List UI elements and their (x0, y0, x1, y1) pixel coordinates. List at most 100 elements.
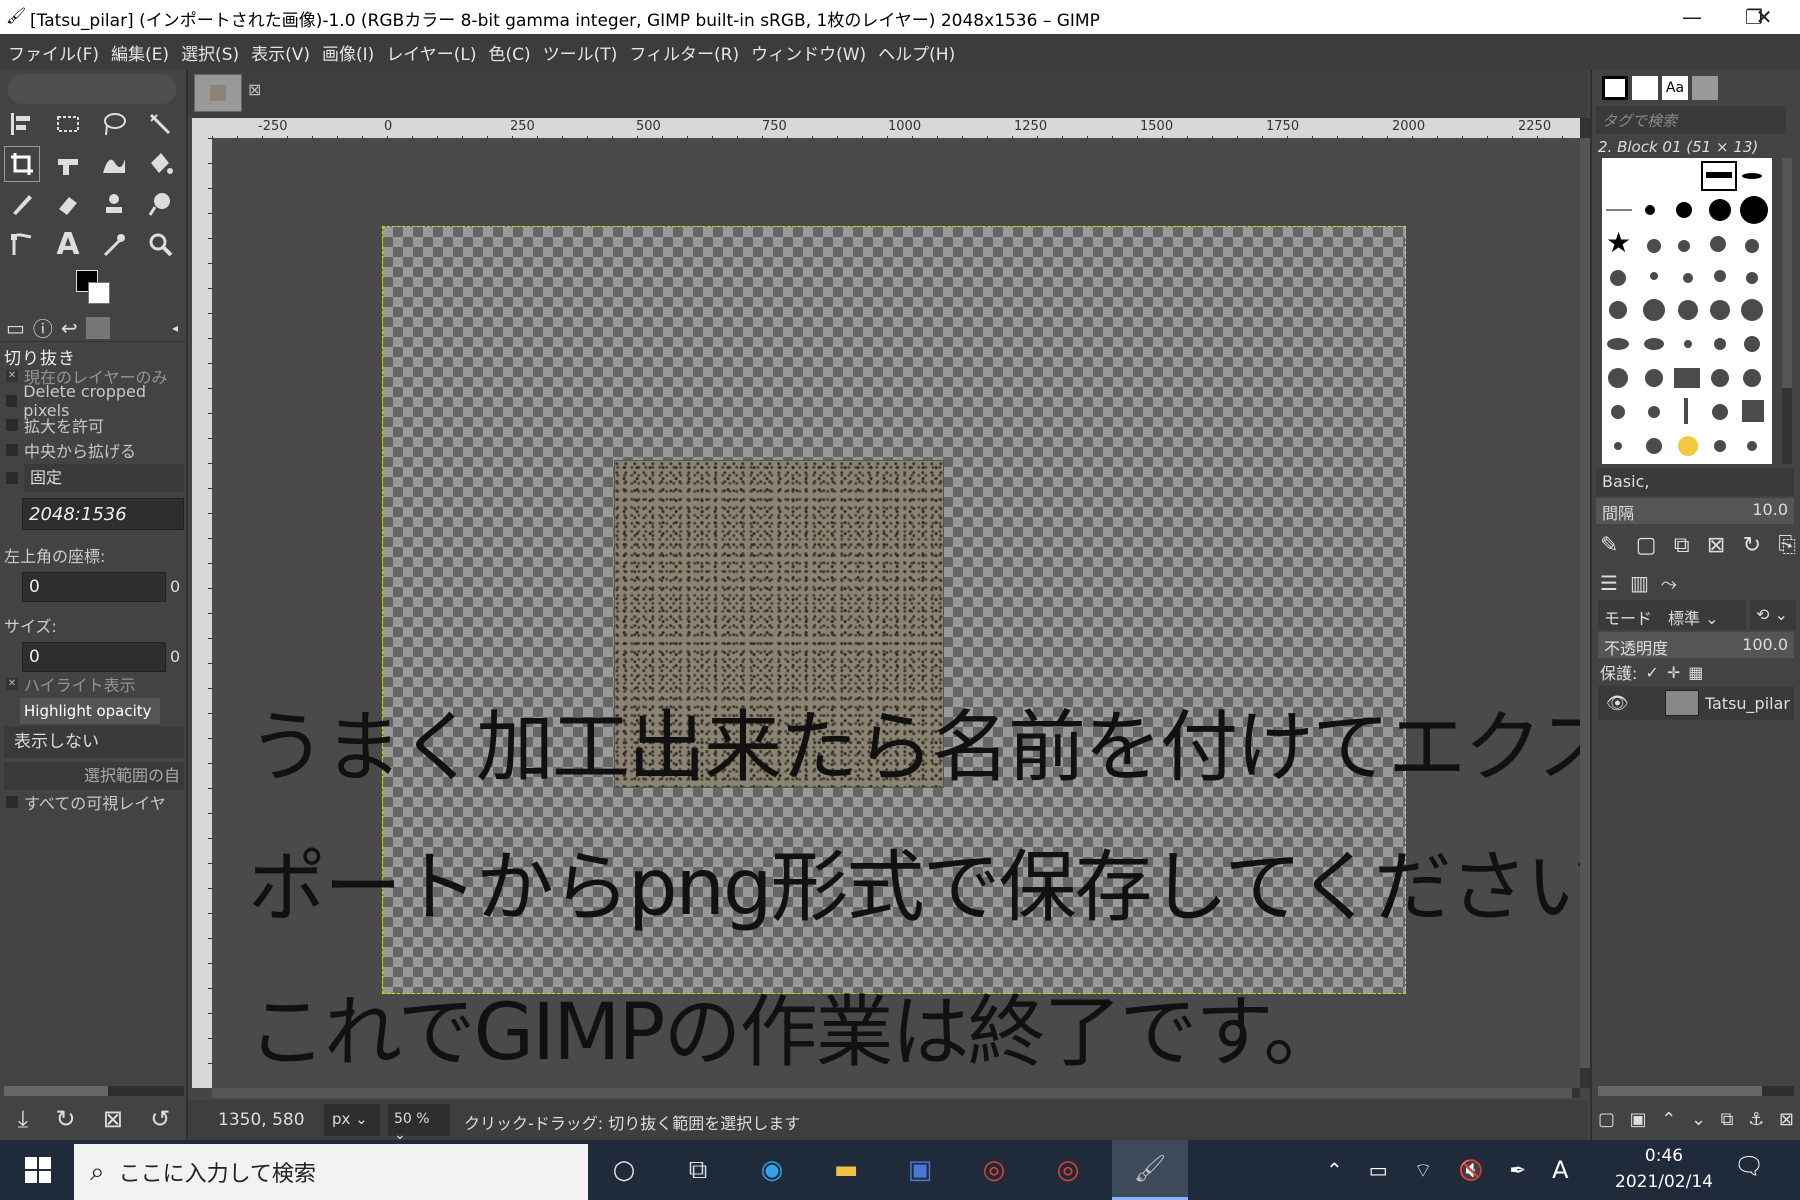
fixed-option[interactable]: 固定 (0, 464, 186, 492)
chrome-profile-icon[interactable]: ◎ (1030, 1140, 1106, 1200)
device-status-tab-icon[interactable]: ⓘ (33, 313, 53, 342)
brushes-tab-icon[interactable] (1602, 76, 1628, 100)
image-tab-thumbnail[interactable] (194, 74, 242, 112)
paths-tab-icon[interactable]: ⤳ (1661, 571, 1677, 595)
menu-file[interactable]: ファイル(F) (8, 40, 99, 65)
brush-preset-dropdown[interactable]: Basic, (1596, 468, 1794, 496)
menu-filters[interactable]: フィルター(R) (629, 40, 739, 65)
windows-start-icon[interactable] (0, 1140, 76, 1200)
position-x-field[interactable]: 0 (22, 572, 166, 602)
text-tool-icon[interactable]: A (50, 226, 86, 262)
layers-tab-icon[interactable]: ☰ (1600, 571, 1618, 595)
notification-center-icon[interactable]: 🗨 (1734, 1152, 1764, 1180)
tray-expand-icon[interactable]: ⌃ (1326, 1158, 1343, 1182)
allow-growing-option[interactable]: 拡大を許可 (0, 413, 186, 437)
highlight-option[interactable]: ✕ ハイライト表示 (0, 672, 186, 696)
store-app-icon[interactable]: ▣ (882, 1140, 958, 1200)
channels-tab-icon[interactable]: ▥ (1630, 571, 1649, 595)
layers-scrollbar[interactable] (1598, 1086, 1794, 1096)
menu-colors[interactable]: 色(C) (489, 40, 531, 65)
menu-image[interactable]: 画像(I) (322, 40, 374, 65)
task-view-icon[interactable]: ⧉ (660, 1140, 736, 1200)
anchor-layer-icon[interactable]: ⚓ (1748, 1109, 1764, 1130)
guides-dropdown[interactable]: 表示しない (4, 726, 184, 758)
smudge-tool-icon[interactable] (142, 186, 178, 222)
lock-alpha-icon[interactable]: ▦ (1688, 663, 1703, 682)
brush-spacing-slider[interactable]: 間隔 10.0 (1596, 498, 1794, 524)
cortana-icon[interactable]: ○ (586, 1140, 662, 1200)
size-width-field[interactable]: 0 (22, 642, 166, 672)
left-dock-scrollbar[interactable] (4, 1086, 184, 1096)
position-y-value[interactable]: 0 (170, 577, 180, 596)
clock-date[interactable]: 2021/02/14 (1604, 1172, 1724, 1192)
color-picker-tool-icon[interactable] (96, 226, 132, 262)
duplicate-layer-icon[interactable]: ⧉ (1721, 1109, 1734, 1130)
zoom-dropdown[interactable]: 50 % ⌄ (388, 1104, 450, 1143)
restore-preset-icon[interactable]: ↻ (56, 1105, 76, 1133)
paths-tool-icon[interactable] (4, 226, 40, 262)
delete-cropped-option[interactable]: Delete cropped pixels (0, 382, 186, 420)
menu-view[interactable]: 表示(V) (251, 40, 310, 65)
eraser-tool-icon[interactable] (50, 186, 86, 222)
menu-edit[interactable]: 編集(E) (111, 40, 169, 65)
close-button[interactable]: ✕ (1734, 0, 1794, 34)
file-explorer-icon[interactable]: ▬ (808, 1140, 884, 1200)
auto-shrink-button[interactable]: 選択範囲の自 (4, 762, 184, 790)
fixed-ratio-field[interactable]: 2048:1536 (22, 498, 184, 530)
pen-icon[interactable]: ✒ (1509, 1158, 1526, 1182)
crop-tool-icon[interactable] (4, 146, 40, 182)
tool-options-tab-icon[interactable]: ▭ (6, 316, 25, 340)
menu-tools[interactable]: ツール(T) (543, 40, 618, 65)
ruler-corner[interactable] (192, 118, 212, 138)
layer-mode-dropdown[interactable]: モード 標準 ⌄ (1598, 600, 1746, 630)
fuzzy-select-tool-icon[interactable] (142, 106, 178, 142)
clone-tool-icon[interactable] (96, 186, 132, 222)
delete-layer-icon[interactable]: ⊠ (1779, 1109, 1794, 1130)
shrink-merged-option[interactable]: すべての可視レイヤ (0, 790, 186, 814)
expand-from-center-option[interactable]: 中央から拡げる (0, 438, 186, 462)
layer-row[interactable]: 👁 Tatsu_pilar (1598, 686, 1794, 720)
highlight-opacity-slider[interactable]: Highlight opacity (20, 698, 160, 724)
wifi-icon[interactable]: ⌔ (1414, 1158, 1433, 1183)
close-tab-icon[interactable]: ⊠ (248, 80, 261, 99)
vertical-scrollbar[interactable] (1580, 118, 1590, 1088)
vertical-ruler[interactable] (192, 138, 212, 1088)
composite-mode-button[interactable]: ⟲ ⌄ (1750, 600, 1796, 630)
menu-select[interactable]: 選択(S) (181, 40, 239, 65)
taskbar-search-box[interactable]: ⌕ ここに入力して検索 (74, 1144, 588, 1200)
raise-layer-icon[interactable]: ⌃ (1661, 1109, 1676, 1130)
chrome-icon[interactable]: ◎ (956, 1140, 1032, 1200)
delete-brush-icon[interactable]: ⊠ (1707, 533, 1725, 558)
background-color-swatch[interactable] (88, 282, 110, 304)
zoom-tool-icon[interactable] (142, 226, 178, 262)
undo-history-tab-icon[interactable]: ↩ (61, 316, 78, 340)
rect-select-tool-icon[interactable] (50, 106, 86, 142)
paintbrush-tool-icon[interactable] (4, 186, 40, 222)
unified-transform-tool-icon[interactable] (50, 146, 86, 182)
horizontal-ruler[interactable]: -250 0 250 500 750 1000 1250 1500 1750 2… (212, 118, 1580, 138)
gimp-taskbar-icon[interactable]: 🖌 (1112, 1140, 1188, 1200)
menu-windows[interactable]: ウィンドウ(W) (751, 40, 866, 65)
align-tool-icon[interactable] (4, 106, 40, 142)
volume-muted-icon[interactable]: 🔇 (1458, 1158, 1483, 1182)
warp-transform-tool-icon[interactable] (96, 146, 132, 182)
fonts-tab-icon[interactable]: Aa (1662, 76, 1688, 100)
layer-opacity-slider[interactable]: 不透明度 100.0 (1598, 632, 1794, 658)
new-layer-group-icon[interactable]: ▣ (1630, 1109, 1647, 1130)
clock-time[interactable]: 0:46 (1614, 1146, 1714, 1166)
unit-dropdown[interactable]: px ⌄ (324, 1104, 380, 1136)
images-tab-icon[interactable] (1692, 76, 1718, 100)
horizontal-scrollbar[interactable] (212, 1088, 1580, 1098)
edge-browser-icon[interactable]: ◉ (734, 1140, 810, 1200)
ime-indicator[interactable]: A (1552, 1156, 1568, 1184)
brush-grid[interactable]: ★ (1602, 158, 1772, 464)
tab-menu-icon[interactable]: ◂ (172, 321, 178, 335)
duplicate-brush-icon[interactable]: ⧉ (1674, 533, 1690, 558)
lock-position-icon[interactable]: ✛ (1667, 663, 1680, 682)
images-tab-icon[interactable] (85, 316, 110, 339)
size-height-value[interactable]: 0 (170, 647, 180, 666)
battery-icon[interactable]: ▭ (1369, 1158, 1388, 1182)
open-brush-icon[interactable]: ⎘ (1778, 533, 1796, 558)
lock-pixels-icon[interactable]: ✓ (1645, 663, 1658, 682)
refresh-brushes-icon[interactable]: ↻ (1743, 533, 1761, 558)
